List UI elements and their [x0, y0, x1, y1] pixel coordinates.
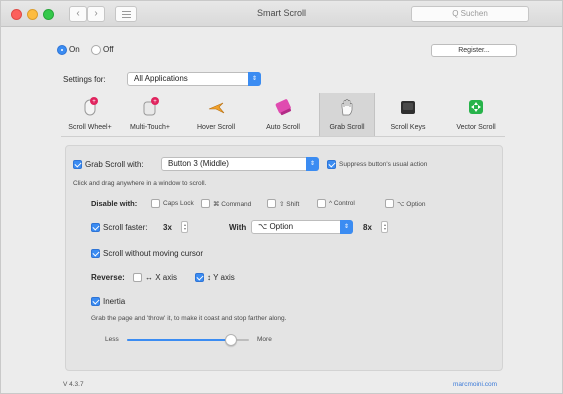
control-checkbox[interactable] [317, 199, 326, 208]
inertia-slider-fill [127, 339, 231, 341]
caps-lock-label: Caps Lock [163, 200, 194, 207]
caps-lock-checkbox[interactable] [151, 199, 160, 208]
tab-vector-scroll[interactable]: Vector Scroll [447, 93, 505, 136]
reverse-x-checkbox[interactable] [133, 273, 142, 282]
hover-scroll-icon [208, 102, 225, 114]
keyboard-icon [401, 101, 415, 114]
svg-text:+: + [92, 99, 96, 105]
auto-scroll-icon [275, 99, 292, 116]
disable-with-label: Disable with: [91, 199, 138, 208]
grab-scroll-label: Grab Scroll with: [85, 160, 144, 169]
option-checkbox[interactable] [385, 199, 394, 208]
no-cursor-label: Scroll without moving cursor [103, 249, 204, 258]
option-label: ⌥ Option [397, 201, 426, 208]
suppress-label: Suppress button's usual action [339, 161, 428, 168]
scroll-faster-factor2: 8x [363, 223, 372, 232]
website-link[interactable]: marcmoini.com [453, 381, 497, 388]
reverse-x-label: ↔ X axis [145, 273, 178, 282]
scroll-faster-factor: 3x [163, 223, 172, 232]
on-radio[interactable] [57, 45, 67, 55]
hand-icon [341, 99, 353, 116]
tab-label: Scroll Keys [390, 124, 426, 131]
scroll-faster-checkbox[interactable] [91, 223, 100, 232]
scroll-wheel-icon: + [84, 97, 98, 116]
suppress-checkbox[interactable] [327, 160, 336, 169]
search-input[interactable]: Q Suchen [411, 6, 529, 22]
feature-toolbar: + Scroll Wheel+ + Multi-Touch+ Hover Scr… [61, 93, 505, 137]
settings-for-popup[interactable]: All Applications ⇕ [127, 72, 261, 86]
tab-label: Hover Scroll [196, 124, 236, 131]
tab-label: Scroll Wheel+ [68, 124, 112, 131]
faster-modifier-popup[interactable]: ⌥ Option ⇕ [251, 220, 353, 234]
tab-label: Vector Scroll [456, 124, 496, 131]
grab-hint: Click and drag anywhere in a window to s… [73, 180, 207, 187]
grab-button-value: Button 3 (Middle) [168, 159, 229, 168]
tab-scroll-wheel[interactable]: + Scroll Wheel+ [61, 93, 119, 136]
scroll-faster-stepper2[interactable] [381, 221, 388, 233]
tab-grab-scroll[interactable]: Grab Scroll [319, 93, 375, 136]
svg-text:+: + [153, 99, 157, 105]
reverse-label: Reverse: [91, 273, 125, 282]
inertia-label: Inertia [103, 297, 126, 306]
title-bar: ‹ › Smart Scroll Q Suchen [1, 1, 562, 27]
grab-scroll-panel [65, 145, 503, 371]
shift-checkbox[interactable] [267, 199, 276, 208]
popup-arrows-icon: ⇕ [306, 157, 319, 171]
command-checkbox[interactable] [201, 199, 210, 208]
tab-auto-scroll[interactable]: Auto Scroll [257, 93, 309, 136]
vector-scroll-icon [469, 100, 483, 114]
faster-modifier-value: ⌥ Option [258, 222, 294, 231]
control-label: ^ Control [329, 200, 355, 207]
scroll-faster-label: Scroll faster: [103, 223, 148, 232]
grab-button-popup[interactable]: Button 3 (Middle) ⇕ [161, 157, 319, 171]
tab-hover-scroll[interactable]: Hover Scroll [189, 93, 243, 136]
inertia-checkbox[interactable] [91, 297, 100, 306]
with-label: With [229, 223, 247, 232]
reverse-y-label: ↕ Y axis [207, 273, 235, 282]
app-window: ‹ › Smart Scroll Q Suchen On Off Registe… [0, 0, 563, 394]
scroll-faster-stepper[interactable] [181, 221, 188, 233]
off-radio[interactable] [91, 45, 101, 55]
tab-scroll-keys[interactable]: Scroll Keys [381, 93, 435, 136]
inertia-slider-knob[interactable] [224, 334, 237, 346]
reverse-y-checkbox[interactable] [195, 273, 204, 282]
inertia-less-label: Less [105, 336, 119, 343]
version-label: V 4.3.7 [63, 381, 84, 388]
command-label: ⌘ Command [213, 201, 252, 208]
tab-multi-touch[interactable]: + Multi-Touch+ [121, 93, 179, 136]
on-label: On [69, 45, 80, 54]
inertia-hint: Grab the page and 'throw' it, to make it… [91, 315, 287, 322]
register-button[interactable]: Register... [431, 44, 517, 57]
settings-for-label: Settings for: [63, 75, 106, 84]
grab-scroll-checkbox[interactable] [73, 160, 82, 169]
settings-for-value: All Applications [134, 74, 188, 83]
popup-arrows-icon: ⇕ [248, 72, 261, 86]
tab-label: Multi-Touch+ [130, 124, 170, 131]
inertia-more-label: More [257, 336, 272, 343]
popup-arrows-icon: ⇕ [340, 220, 353, 234]
no-cursor-checkbox[interactable] [91, 249, 100, 258]
multi-touch-icon: + [143, 97, 159, 116]
shift-label: ⇧ Shift [279, 201, 300, 208]
tab-label: Grab Scroll [329, 124, 365, 131]
off-label: Off [103, 45, 114, 54]
tab-label: Auto Scroll [266, 124, 300, 131]
